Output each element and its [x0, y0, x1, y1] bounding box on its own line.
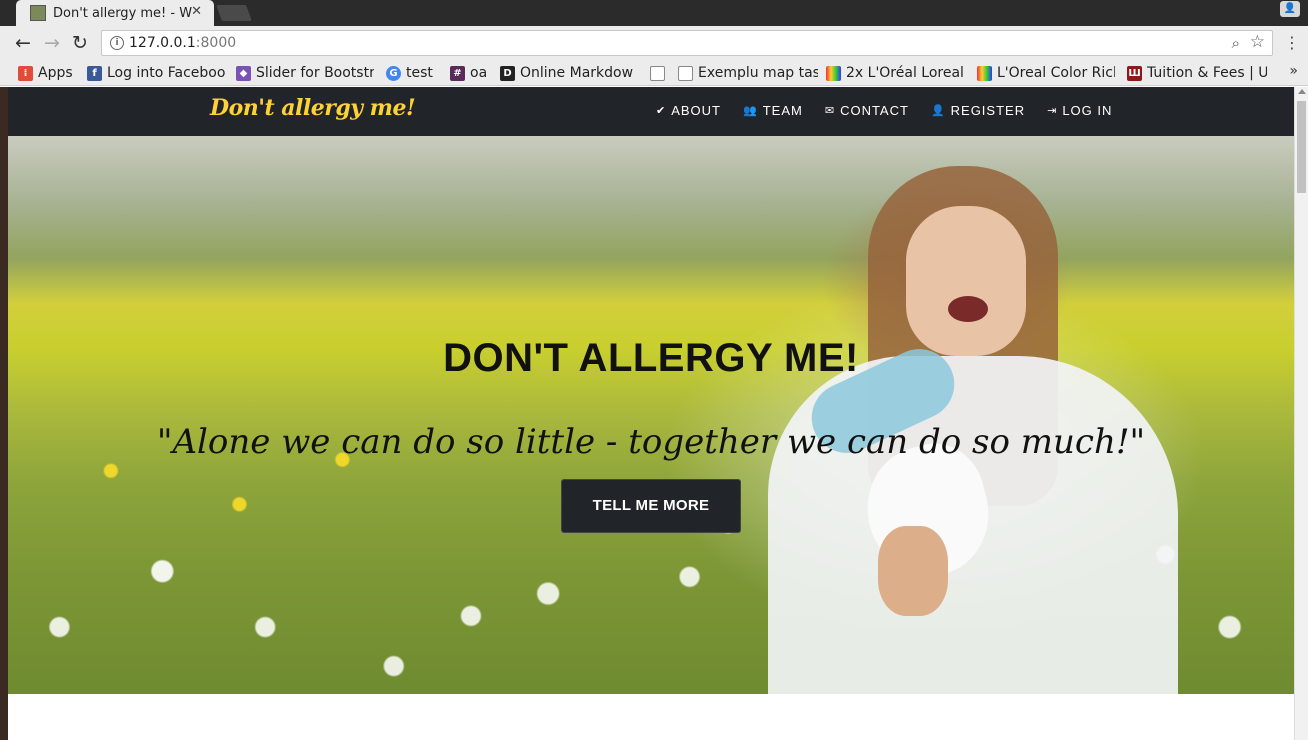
bookmark-exemplu[interactable]: Exemplu map tas	[678, 64, 818, 82]
nav-log-in[interactable]: ⇥ LOG IN	[1047, 103, 1112, 118]
site-info-icon[interactable]: i	[110, 36, 124, 50]
profile-icon[interactable]: 👤	[1280, 1, 1300, 17]
browser-menu-icon[interactable]: ⋮	[1284, 33, 1300, 53]
reload-icon[interactable]: ↻	[72, 33, 88, 53]
bookmark-label: Log into Faceboo	[107, 65, 225, 81]
nav-team[interactable]: 👥 TEAM	[743, 103, 803, 118]
scroll-up-arrow-icon[interactable]	[1298, 89, 1306, 94]
bookmark-label: oa	[470, 65, 488, 81]
hero-quote: "Alone we can do so little - together we…	[156, 422, 1146, 462]
web-page: Don't allergy me! ✔ ABOUT 👥 TEAM ✉ CONTACT …	[8, 87, 1294, 740]
file-icon	[678, 65, 693, 81]
bookmark-test[interactable]: Gtest	[386, 64, 438, 82]
bootstrap-icon: ◆	[236, 65, 251, 81]
users-icon: 👥	[743, 105, 758, 117]
nav-label: ABOUT	[671, 103, 722, 118]
url-host: 127.0.0.1	[129, 35, 196, 51]
nav-label: TEAM	[762, 103, 803, 118]
site-favicon-icon	[30, 5, 46, 21]
apps-grid-icon: ⁞	[18, 65, 33, 81]
bookmark-facebook[interactable]: f Log into Faceboo	[87, 64, 225, 82]
facebook-icon: f	[87, 65, 102, 81]
hand-shape	[878, 526, 948, 616]
university-icon: Ш	[1127, 65, 1142, 81]
user-icon: 👤	[930, 105, 946, 117]
bookmark-label: test	[406, 65, 433, 81]
scrollbar-thumb[interactable]	[1297, 101, 1306, 193]
d-icon: D	[500, 65, 515, 81]
bookmark-label: Online Markdow	[520, 65, 634, 81]
tv-icon	[826, 65, 841, 81]
bookmark-slider-bootstrap[interactable]: ◆ Slider for Bootstr	[236, 64, 374, 82]
envelope-icon: ✉	[824, 105, 836, 117]
site-navbar: Don't allergy me! ✔ ABOUT 👥 TEAM ✉ CONTACT …	[8, 87, 1294, 136]
tab-title: Don't allergy me! - W	[53, 5, 193, 21]
file-icon	[650, 65, 665, 81]
site-brand-logo[interactable]: Don't allergy me!	[210, 95, 416, 121]
page-scrollbar[interactable]	[1294, 87, 1308, 740]
google-icon: G	[386, 65, 401, 81]
nav-register[interactable]: 👤 REGISTER	[931, 103, 1025, 118]
url-text[interactable]: 127.0.0.1:8000	[129, 35, 236, 51]
tab-close-icon[interactable]: ✕	[191, 4, 202, 19]
window-left-edge	[0, 87, 8, 740]
browser-tab-active[interactable]: Don't allergy me! - W ✕	[16, 0, 214, 26]
back-arrow-icon[interactable]: ←	[15, 33, 31, 53]
bookmark-label: L'Oreal Color Rich	[997, 65, 1115, 81]
new-tab-button[interactable]	[216, 5, 252, 21]
nav-label: LOG IN	[1062, 103, 1113, 118]
bookmark-star-icon[interactable]: ☆	[1250, 32, 1265, 52]
browser-toolbar: ← → ↻ i 127.0.0.1:8000 ⌕ ☆ ⋮	[0, 26, 1308, 60]
nav-label: CONTACT	[840, 103, 909, 118]
bookmarks-overflow-icon[interactable]: »	[1289, 63, 1298, 79]
bookmark-blank-file[interactable]	[650, 64, 670, 82]
tv-icon	[977, 65, 992, 81]
bookmark-label: Slider for Bootstr	[256, 65, 374, 81]
face-shape	[906, 206, 1026, 356]
bookmark-oa[interactable]: # oa	[450, 64, 490, 82]
bookmark-loreal-color[interactable]: L'Oreal Color Rich	[977, 64, 1115, 82]
bookmark-label: Apps	[38, 65, 73, 81]
nav-label: REGISTER	[950, 103, 1026, 118]
bookmark-tuition[interactable]: Ш Tuition & Fees | U	[1127, 64, 1267, 82]
url-port: :8000	[195, 35, 237, 51]
site-nav-links: ✔ ABOUT 👥 TEAM ✉ CONTACT 👤 REGISTER ⇥ LOG IN	[656, 103, 1112, 118]
bookmark-online-markdown[interactable]: D Online Markdow	[500, 64, 636, 82]
bookmark-label: 2x L'Oréal Loreal	[846, 65, 964, 81]
bookmark-label: Exemplu map tas	[698, 65, 818, 81]
hero-heading: DON'T ALLERGY ME!	[443, 336, 859, 380]
sign-in-icon: ⇥	[1047, 105, 1058, 117]
bookmark-label: Tuition & Fees | U	[1147, 65, 1267, 81]
nav-contact[interactable]: ✉ CONTACT	[825, 103, 909, 118]
tell-me-more-button[interactable]: TELL ME MORE	[561, 479, 741, 533]
bookmark-loreal-2x[interactable]: 2x L'Oréal Loreal	[826, 64, 964, 82]
hash-icon: #	[450, 65, 465, 81]
hero-section: DON'T ALLERGY ME! "Alone we can do so li…	[8, 136, 1294, 694]
forward-arrow-icon[interactable]: →	[44, 33, 60, 53]
bookmarks-bar: ⁞ Apps f Log into Faceboo ◆ Slider for Boot…	[0, 60, 1308, 86]
page-content-below-hero	[8, 694, 1294, 740]
tab-strip: Don't allergy me! - W ✕ 👤	[0, 0, 1308, 26]
nav-about[interactable]: ✔ ABOUT	[656, 103, 721, 118]
zoom-icon[interactable]: ⌕	[1232, 34, 1240, 52]
mouth-shape	[948, 296, 988, 322]
address-bar[interactable]: i 127.0.0.1:8000 ⌕ ☆	[101, 30, 1273, 56]
check-icon: ✔	[656, 105, 667, 117]
bookmark-apps[interactable]: ⁞ Apps	[18, 64, 78, 82]
